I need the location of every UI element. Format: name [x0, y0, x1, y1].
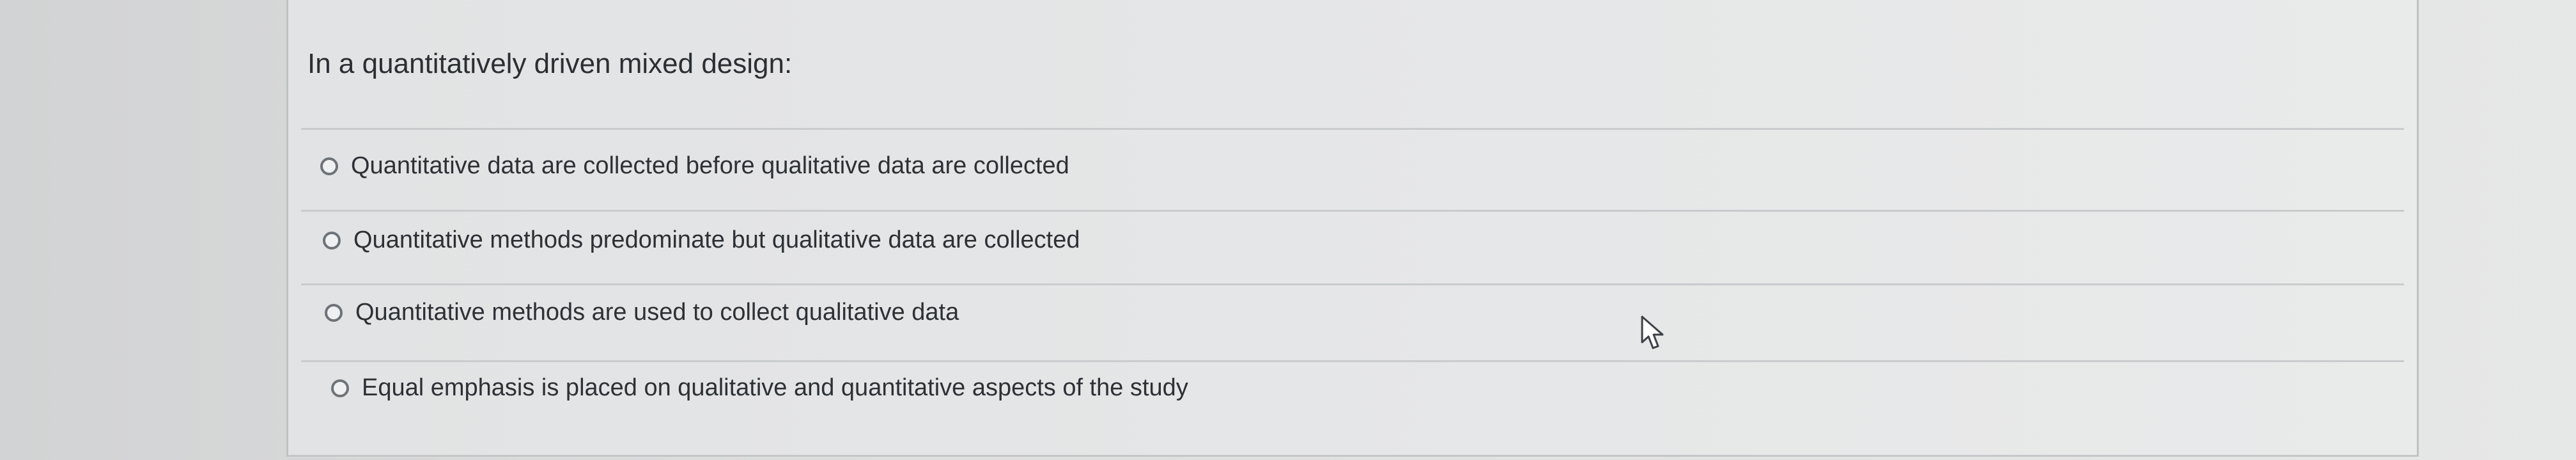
divider: [301, 128, 2404, 130]
answer-option-label: Quantitative methods are used to collect…: [355, 299, 959, 326]
question-prompt: In a quantitatively driven mixed design:: [307, 48, 793, 79]
radio-button[interactable]: [331, 379, 349, 397]
answer-option-3[interactable]: Quantitative methods are used to collect…: [325, 299, 959, 326]
radio-button[interactable]: [325, 303, 343, 322]
divider: [301, 360, 2404, 362]
answer-option-4[interactable]: Equal emphasis is placed on qualitative …: [331, 374, 1188, 402]
question-card: In a quantitatively driven mixed design:…: [286, 0, 2419, 457]
screen: In a quantitatively driven mixed design:…: [0, 0, 2576, 460]
answer-option-2[interactable]: Quantitative methods predominate but qua…: [323, 226, 1080, 254]
answer-option-1[interactable]: Quantitative data are collected before q…: [320, 152, 1069, 180]
answer-option-label: Equal emphasis is placed on qualitative …: [362, 374, 1188, 401]
radio-button[interactable]: [320, 157, 338, 175]
answer-option-label: Quantitative data are collected before q…: [351, 152, 1069, 179]
mouse-pointer-icon: [1641, 315, 1664, 349]
answer-option-label: Quantitative methods predominate but qua…: [353, 226, 1080, 253]
divider: [301, 210, 2404, 212]
divider: [301, 283, 2404, 285]
radio-button[interactable]: [323, 231, 341, 250]
